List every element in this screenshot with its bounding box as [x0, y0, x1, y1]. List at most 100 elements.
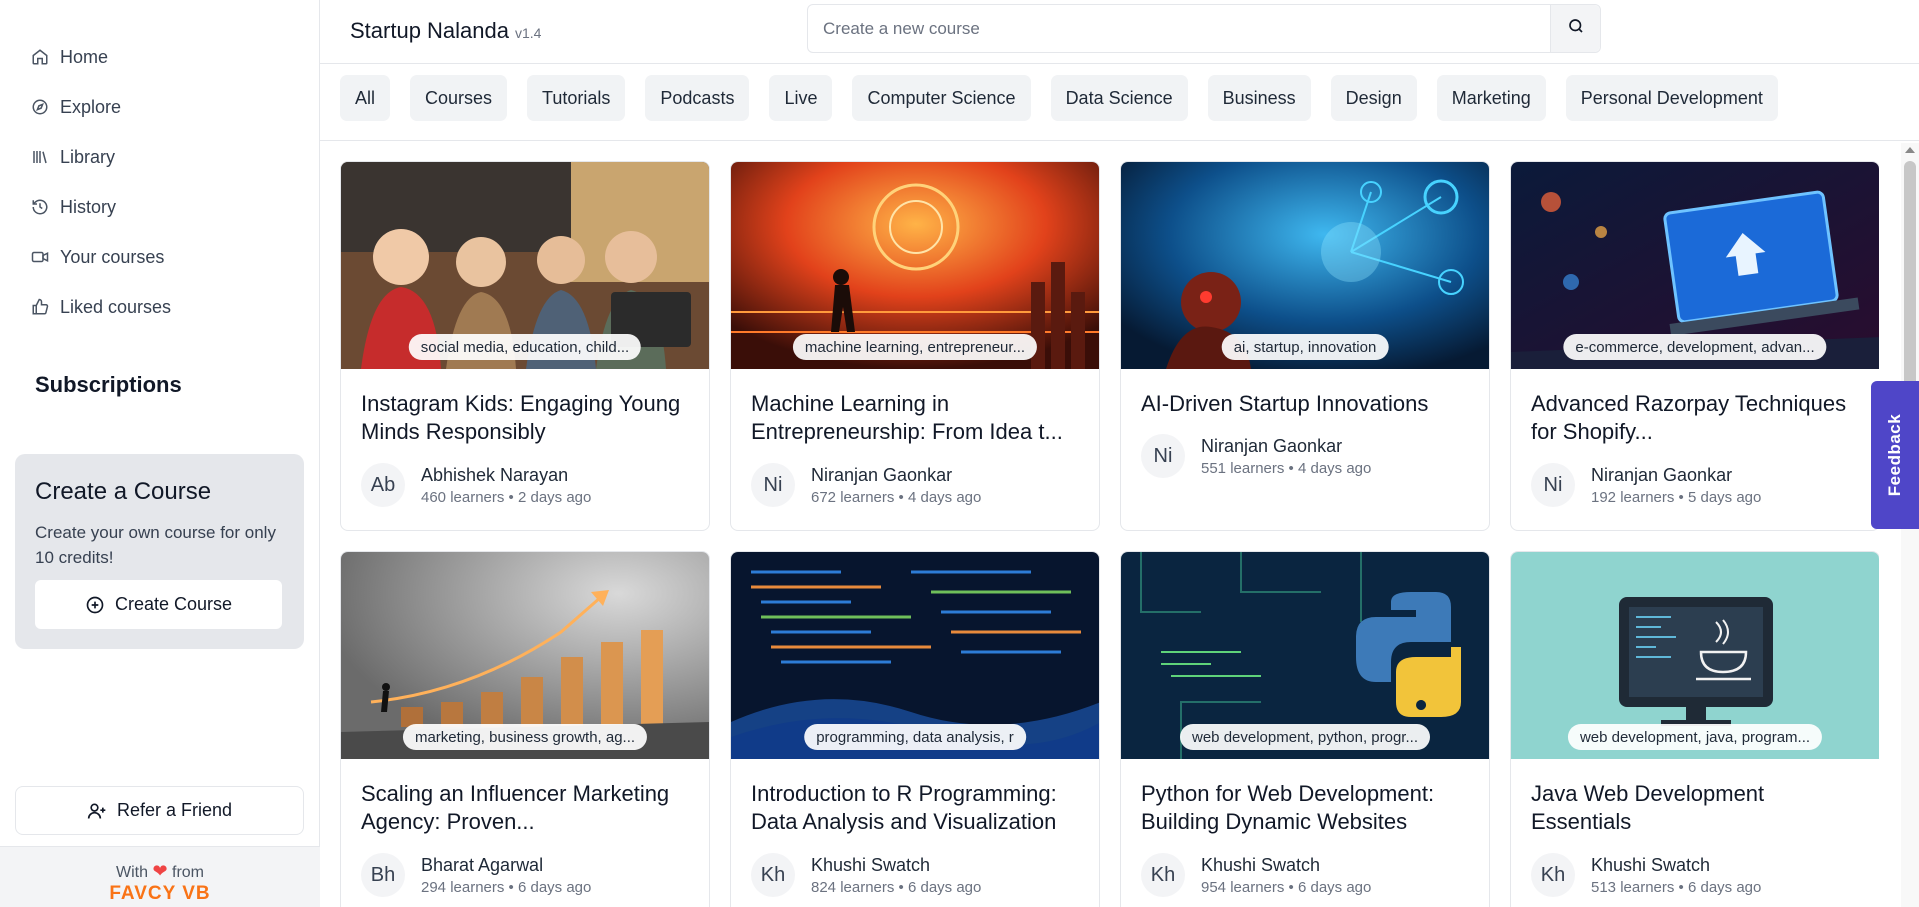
filter-chip-design[interactable]: Design — [1330, 75, 1417, 121]
author-name: Abhishek Narayan — [421, 464, 569, 485]
heart-icon: ❤ — [152, 861, 168, 881]
sidebar-item-your-courses[interactable]: Your courses — [14, 232, 304, 282]
filter-chip-marketing[interactable]: Marketing — [1436, 75, 1546, 121]
search-button[interactable] — [1550, 5, 1600, 52]
plus-circle-icon — [85, 595, 105, 615]
footer-credit: With ❤ from — [0, 861, 320, 882]
sidebar-item-liked-courses[interactable]: Liked courses — [14, 282, 304, 332]
compass-icon — [30, 97, 50, 117]
course-card[interactable]: web development, java, program... Java W… — [1510, 551, 1879, 907]
course-tags: e-commerce, development, advan... — [1563, 334, 1827, 360]
create-course-title: Create a Course — [35, 478, 212, 505]
home-icon — [30, 47, 50, 67]
course-card[interactable]: marketing, business growth, ag... Scalin… — [340, 551, 710, 907]
sidebar-item-home[interactable]: Home — [14, 32, 304, 82]
refer-friend-label: Refer a Friend — [116, 800, 233, 820]
sidebar-item-label: Home — [60, 46, 109, 67]
create-course-card: Create a Course Create your own course f… — [15, 454, 304, 649]
course-meta: Ni Niranjan Gaonkar 672 learners • 4 day… — [751, 463, 981, 507]
course-meta: Kh Khushi Swatch 824 learners • 6 days a… — [751, 853, 981, 897]
favcy-logo[interactable]: FAVCY VB — [0, 883, 320, 905]
course-card[interactable]: web development, python, progr... Python… — [1120, 551, 1490, 907]
filter-chip-tutorials[interactable]: Tutorials — [527, 75, 626, 121]
course-title: Machine Learning in Entrepreneurship: Fr… — [751, 391, 1063, 444]
refer-friend-button[interactable]: Refer a Friend — [15, 786, 304, 835]
create-course-description: Create your own course for only 10 credi… — [35, 523, 276, 567]
filter-chips: All Courses Tutorials Podcasts Live Comp… — [340, 75, 1778, 121]
app-brand[interactable]: Startup Nalanda v1.4 — [350, 18, 541, 44]
course-thumbnail: programming, data analysis, r — [731, 552, 1099, 759]
avatar: Ni — [1141, 434, 1185, 478]
create-course-button-label: Create Course — [114, 594, 233, 614]
filter-chip-podcasts[interactable]: Podcasts — [645, 75, 750, 121]
course-title: AI-Driven Startup Innovations — [1141, 391, 1429, 416]
course-thumbnail: social media, education, child... — [341, 162, 709, 369]
filter-chip-personal-development[interactable]: Personal Development — [1565, 75, 1778, 121]
app-version: v1.4 — [515, 25, 542, 41]
footer-with-text: With — [116, 864, 148, 881]
course-meta: Ni Niranjan Gaonkar 551 learners • 4 day… — [1141, 434, 1371, 478]
course-card[interactable]: e-commerce, development, advan... Advanc… — [1510, 161, 1879, 531]
video-icon — [30, 247, 50, 267]
filter-chip-all[interactable]: All — [340, 75, 391, 121]
author-name: Khushi Swatch — [1201, 854, 1321, 875]
scroll-up-arrow-icon[interactable] — [1905, 147, 1915, 153]
filter-chip-business[interactable]: Business — [1207, 75, 1311, 121]
course-title: Introduction to R Programming: Data Anal… — [751, 781, 1057, 834]
sidebar: Home Explore Library History Your course… — [0, 0, 320, 907]
footer-from-text: from — [172, 864, 204, 881]
filter-chip-computer-science[interactable]: Computer Science — [852, 75, 1031, 121]
sidebar-item-label: Library — [60, 146, 116, 167]
course-thumbnail: web development, python, progr... — [1121, 552, 1489, 759]
course-tags: web development, python, progr... — [1180, 724, 1430, 750]
create-course-button[interactable]: Create Course — [35, 580, 282, 629]
author-name: Khushi Swatch — [1591, 854, 1711, 875]
sidebar-item-label: Liked courses — [60, 296, 172, 317]
course-grid: social media, education, child... Instag… — [340, 161, 1879, 907]
course-tags: programming, data analysis, r — [804, 724, 1026, 750]
course-card[interactable]: ai, startup, innovation AI-Driven Startu… — [1120, 161, 1490, 531]
sidebar-item-library[interactable]: Library — [14, 132, 304, 182]
avatar: Kh — [1531, 853, 1575, 897]
subscriptions-heading: Subscriptions — [35, 372, 182, 397]
course-stats: 824 learners • 6 days ago — [811, 878, 982, 896]
sidebar-nav: Home Explore Library History Your course… — [14, 32, 304, 332]
course-card[interactable]: programming, data analysis, r Introducti… — [730, 551, 1100, 907]
course-thumbnail: marketing, business growth, ag... — [341, 552, 709, 759]
avatar: Ni — [1531, 463, 1575, 507]
course-stats: 954 learners • 6 days ago — [1201, 878, 1372, 896]
course-meta: Ab Abhishek Narayan 460 learners • 2 day… — [361, 463, 591, 507]
course-stats: 460 learners • 2 days ago — [421, 488, 592, 506]
sidebar-item-label: History — [60, 196, 117, 217]
course-stats: 513 learners • 6 days ago — [1591, 878, 1762, 896]
filter-chip-data-science[interactable]: Data Science — [1050, 75, 1188, 121]
course-title: Instagram Kids: Engaging Young Minds Res… — [361, 391, 681, 444]
course-meta: Ni Niranjan Gaonkar 192 learners • 5 day… — [1531, 463, 1761, 507]
course-stats: 551 learners • 4 days ago — [1201, 459, 1372, 477]
course-meta: Kh Khushi Swatch 513 learners • 6 days a… — [1531, 853, 1761, 897]
author-name: Khushi Swatch — [811, 854, 931, 875]
course-stats: 672 learners • 4 days ago — [811, 488, 982, 506]
footer-brand: With ❤ from FAVCY VB — [0, 846, 320, 907]
course-card[interactable]: machine learning, entrepreneur... Machin… — [730, 161, 1100, 531]
course-tags: ai, startup, innovation — [1221, 334, 1389, 360]
course-card[interactable]: social media, education, child... Instag… — [340, 161, 710, 531]
course-meta: Bh Bharat Agarwal 294 learners • 6 days … — [361, 853, 591, 897]
thumbs-up-icon — [30, 297, 50, 317]
course-tags: machine learning, entrepreneur... — [792, 334, 1038, 360]
app-title: Startup Nalanda — [350, 18, 509, 43]
search-input[interactable] — [808, 5, 1550, 52]
course-title: Python for Web Development: Building Dyn… — [1141, 781, 1435, 834]
search-icon — [1567, 17, 1585, 40]
author-name: Bharat Agarwal — [421, 854, 544, 875]
filter-chip-courses[interactable]: Courses — [410, 75, 508, 121]
sidebar-item-history[interactable]: History — [14, 182, 304, 232]
course-stats: 294 learners • 6 days ago — [421, 878, 592, 896]
author-name: Niranjan Gaonkar — [811, 464, 953, 485]
avatar: Bh — [361, 853, 405, 897]
feedback-tab[interactable]: Feedback — [1871, 381, 1919, 529]
avatar: Ni — [751, 463, 795, 507]
course-thumbnail: machine learning, entrepreneur... — [731, 162, 1099, 369]
filter-chip-live[interactable]: Live — [769, 75, 833, 121]
sidebar-item-explore[interactable]: Explore — [14, 82, 304, 132]
